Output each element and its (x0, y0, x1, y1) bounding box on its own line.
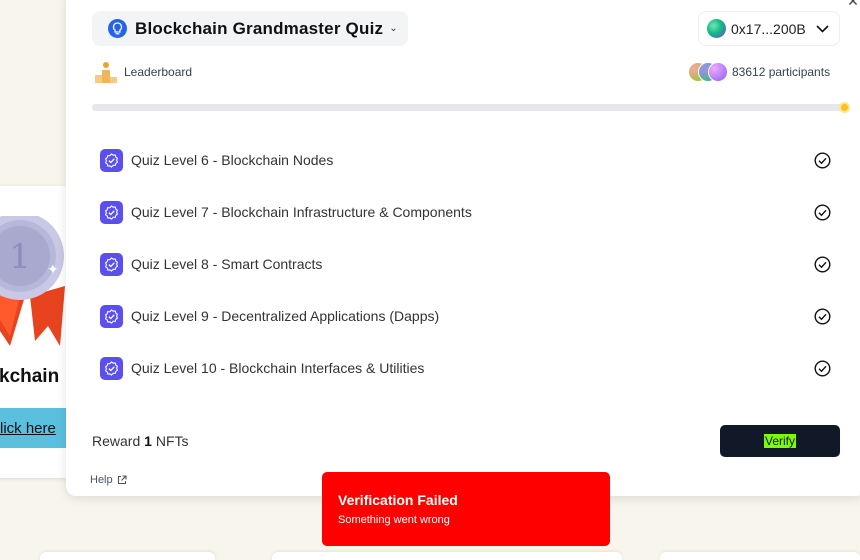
list-item[interactable]: Quiz Level 10 - Blockchain Interfaces & … (100, 357, 840, 409)
list-item[interactable]: Quiz Level 9 - Decentralized Application… (100, 305, 840, 357)
quiz-level-label: Quiz Level 10 - Blockchain Interfaces & … (131, 360, 425, 376)
participants-count: 83612 participants (732, 65, 831, 79)
quiz-level-label: Quiz Level 6 - Blockchain Nodes (131, 152, 334, 168)
reward-suffix: NFTs (155, 433, 189, 449)
wallet-avatar (707, 19, 726, 38)
reward-text: Reward 1 NFTs (92, 433, 189, 449)
help-label[interactable]: Help (90, 474, 113, 486)
check-circle-icon (814, 256, 831, 273)
svg-text:✦: ✦ (47, 261, 59, 277)
background-card-edge (272, 552, 622, 560)
external-link-icon (117, 475, 127, 485)
leaderboard-link[interactable]: Leaderboard (94, 61, 192, 83)
badge-check-icon (100, 253, 123, 276)
check-circle-icon (814, 360, 831, 377)
badge-check-icon (100, 305, 123, 328)
svg-text:1: 1 (9, 237, 31, 277)
badge-check-icon (100, 149, 123, 172)
background-card-edge (660, 552, 860, 560)
list-item[interactable]: Quiz Level 8 - Smart Contracts (100, 253, 840, 305)
check-circle-icon (814, 152, 831, 169)
background-card-title: kchain (0, 366, 60, 387)
lightbulb-icon (108, 19, 127, 38)
verify-button[interactable]: Verify (720, 425, 840, 457)
check-circle-icon (814, 204, 831, 221)
avatar (708, 62, 728, 82)
close-icon[interactable]: ✕ (846, 0, 860, 8)
reward-count: 1 (144, 433, 152, 449)
chevron-down-icon (816, 21, 829, 36)
progress-indicator (839, 102, 850, 113)
quiz-level-list: Quiz Level 6 - Blockchain Nodes Quiz Lev… (100, 149, 840, 409)
participants-info: 83612 participants (688, 62, 830, 82)
background-card-link-label[interactable]: lick here (0, 420, 56, 437)
list-item[interactable]: Quiz Level 7 - Blockchain Infrastructure… (100, 201, 840, 253)
quiz-selector-dropdown[interactable]: Blockchain Grandmaster Quiz ⌄ (92, 11, 408, 46)
list-item[interactable]: Quiz Level 6 - Blockchain Nodes (100, 149, 840, 201)
progress-bar-fill (92, 104, 844, 111)
check-circle-icon (814, 308, 831, 325)
participant-avatars (688, 62, 728, 82)
podium-icon (94, 61, 118, 83)
reward-prefix: Reward (92, 433, 141, 449)
help-link[interactable]: Help (90, 474, 127, 486)
background-card-edge (40, 552, 215, 560)
verify-button-label[interactable]: Verify (763, 434, 796, 448)
chevron-down-icon: ⌄ (389, 23, 398, 34)
badge-check-icon (100, 357, 123, 380)
wallet-button[interactable]: 0x17...200B (698, 11, 840, 46)
toast-description: Something went wrong (338, 514, 450, 526)
quiz-level-label: Quiz Level 9 - Decentralized Application… (131, 308, 440, 324)
toast-title: Verification Failed (338, 492, 458, 508)
leaderboard-label[interactable]: Leaderboard (124, 65, 192, 79)
badge-check-icon (100, 201, 123, 224)
error-toast[interactable]: Verification Failed Something went wrong (322, 472, 610, 546)
quiz-level-label: Quiz Level 8 - Smart Contracts (131, 256, 323, 272)
quiz-level-label: Quiz Level 7 - Blockchain Infrastructure… (131, 204, 472, 220)
quiz-title: Blockchain Grandmaster Quiz (135, 18, 384, 38)
progress-bar (92, 102, 850, 113)
wallet-address: 0x17...200B (731, 20, 806, 37)
